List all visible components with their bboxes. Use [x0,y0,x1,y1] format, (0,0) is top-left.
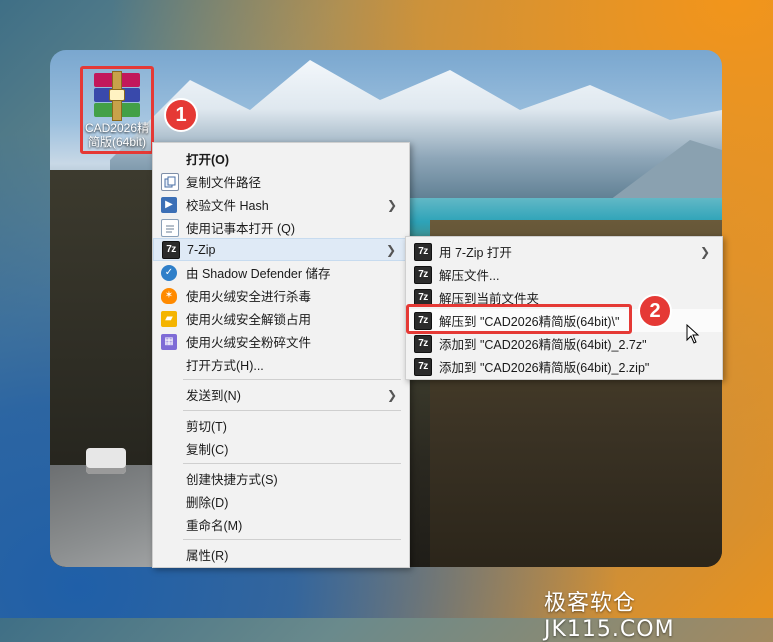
menu-item-delete[interactable]: 删除(D) [153,490,409,513]
menu-item-hash[interactable]: ▶ 校验文件 Hash ❯ [153,193,409,216]
menu-item-open-with[interactable]: 打开方式(H)... [153,353,409,376]
submenu-item-extract-files[interactable]: 7z 解压文件... [406,263,722,286]
menu-item-label: 由 Shadow Defender 储存 [186,267,331,281]
chevron-right-icon: ❯ [386,387,397,402]
7zip-icon: 7z [414,265,432,284]
hash-icon: ▶ [161,196,177,213]
menu-item-label: 用 7-Zip 打开 [439,246,512,260]
menu-item-label: 使用火绒安全解锁占用 [186,313,312,327]
menu-item-properties[interactable]: 属性(R) [153,543,409,566]
road [50,465,160,567]
menu-item-label: 使用记事本打开 (Q) [186,222,296,236]
menu-item-huorong-scan[interactable]: ✶ 使用火绒安全进行杀毒 [153,284,409,307]
7zip-icon: 7z [414,242,432,261]
shield-icon: ✓ [161,264,177,281]
huorong-icon: ✶ [161,287,177,304]
desktop-file-icon-cad2026[interactable]: CAD2026精简版(64bit) [80,66,154,154]
winrar-archive-icon [94,71,140,121]
menu-item-label: 7-Zip [187,242,216,257]
mouse-cursor-icon [686,324,700,344]
watermark-text: 极客软仓 JK115.COM [544,591,675,642]
menu-item-label: 复制(C) [186,443,229,457]
menu-item-label: 使用火绒安全粉碎文件 [186,336,312,350]
chevron-right-icon: ❯ [386,197,397,212]
shredder-icon: ▦ [161,333,177,350]
menu-item-label: 剪切(T) [186,420,227,434]
menu-item-copy[interactable]: 复制(C) [153,437,409,460]
menu-separator [183,463,401,464]
submenu-item-add-to-7z[interactable]: 7z 添加到 "CAD2026精简版(64bit)_2.7z" [406,332,722,355]
menu-item-label: 属性(R) [186,549,229,563]
menu-item-send-to[interactable]: 发送到(N) ❯ [153,383,409,406]
menu-separator [183,410,401,411]
desktop-file-label: CAD2026精简版(64bit) [84,121,150,149]
copy-path-icon [161,172,179,191]
submenu-item-open-with-7zip[interactable]: 7z 用 7-Zip 打开 ❯ [406,240,722,263]
menu-item-label: 发送到(N) [186,389,241,403]
7zip-icon: 7z [414,334,432,353]
context-menu: 打开(O) 复制文件路径 ▶ 校验文件 Hash ❯ 使用记事本打开 (Q) 7… [152,142,410,568]
menu-item-copy-path[interactable]: 复制文件路径 [153,170,409,193]
menu-item-label: 打开方式(H)... [186,359,264,373]
menu-separator [183,379,401,380]
truck [86,448,126,474]
menu-item-label: 使用火绒安全进行杀毒 [186,290,312,304]
7zip-icon: 7z [162,240,180,259]
notepad-icon [161,218,179,237]
chevron-right-icon: ❯ [699,244,710,259]
menu-item-label: 打开(O) [186,153,230,167]
menu-item-label: 重命名(M) [186,519,243,533]
menu-separator [183,539,401,540]
menu-item-label: 添加到 "CAD2026精简版(64bit)_2.zip" [439,361,650,375]
menu-item-create-shortcut[interactable]: 创建快捷方式(S) [153,467,409,490]
menu-item-label: 解压文件... [439,269,500,283]
menu-item-huorong-shred[interactable]: ▦ 使用火绒安全粉碎文件 [153,330,409,353]
menu-item-huorong-unlock[interactable]: ▰ 使用火绒安全解锁占用 [153,307,409,330]
menu-item-open[interactable]: 打开(O) [153,147,409,170]
7zip-icon: 7z [414,357,432,376]
menu-item-label: 校验文件 Hash [186,199,269,213]
menu-item-label: 创建快捷方式(S) [186,473,278,487]
chevron-right-icon: ❯ [385,242,396,257]
menu-item-label: 复制文件路径 [186,176,262,190]
menu-item-7zip[interactable]: 7z 7-Zip ❯ [153,238,409,261]
folder-unlock-icon: ▰ [161,310,177,327]
menu-item-label: 添加到 "CAD2026精简版(64bit)_2.7z" [439,338,647,352]
menu-item-shadow-defender[interactable]: ✓ 由 Shadow Defender 储存 [153,261,409,284]
menu-item-rename[interactable]: 重命名(M) [153,513,409,536]
menu-item-label: 删除(D) [186,496,229,510]
step-badge-1: 1 [164,98,198,132]
menu-item-notepad[interactable]: 使用记事本打开 (Q) [153,216,409,239]
highlight-box-extract-to-folder [406,304,632,334]
menu-item-cut[interactable]: 剪切(T) [153,414,409,437]
submenu-item-add-to-zip[interactable]: 7z 添加到 "CAD2026精简版(64bit)_2.zip" [406,355,722,378]
step-badge-2: 2 [638,294,672,328]
